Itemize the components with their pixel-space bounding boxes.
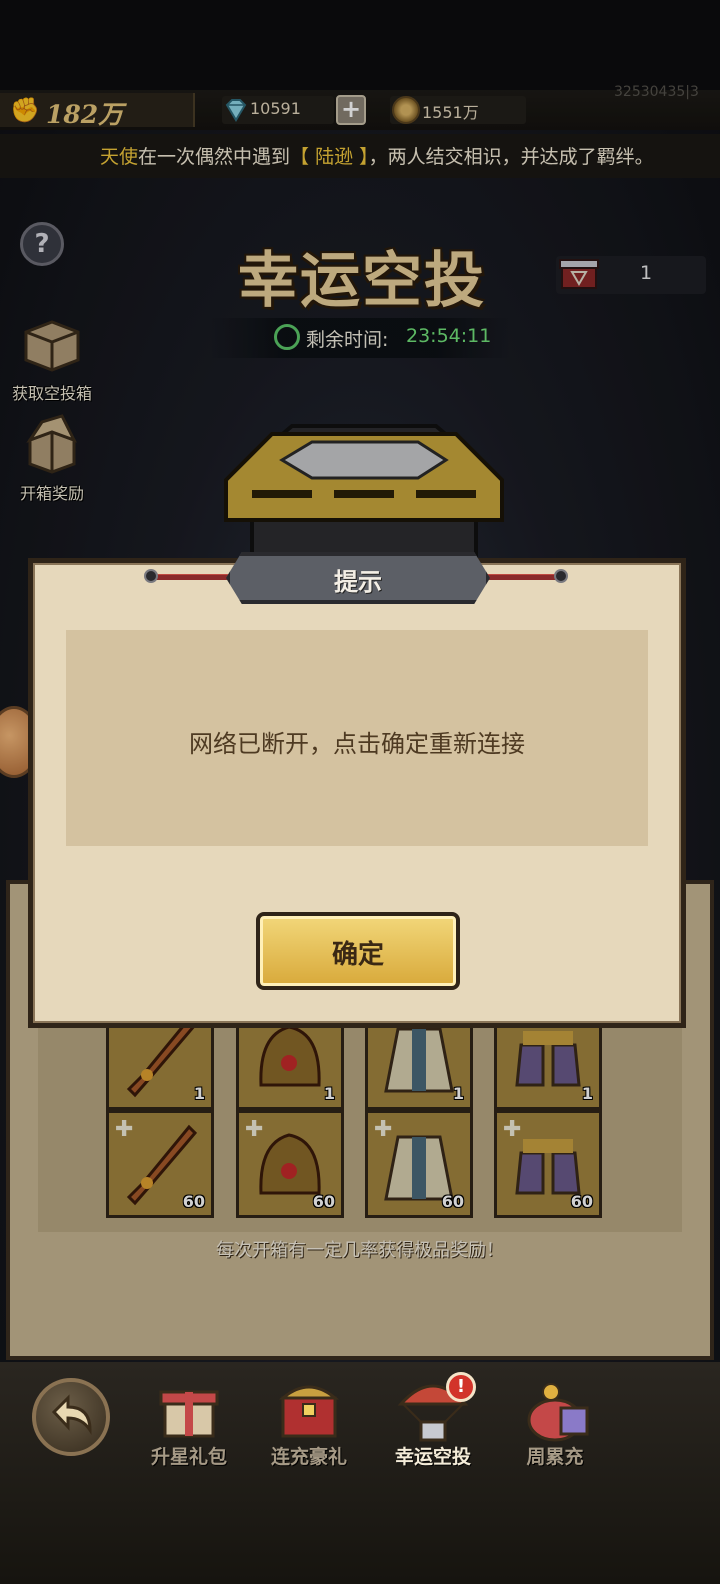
treasure-chest-icon xyxy=(278,1385,340,1438)
nav-tab-label: 周累充 xyxy=(526,1446,584,1468)
notification-badge: ! xyxy=(446,1372,476,1402)
dialog-title: 提示 xyxy=(334,568,382,596)
dialog-message: 网络已断开，点击确定重新连接 xyxy=(189,730,525,758)
nav-tab-label: 幸运空投 xyxy=(394,1446,471,1468)
back-button[interactable] xyxy=(32,1378,110,1456)
nav-tab-label: 升星礼包 xyxy=(150,1446,227,1468)
rod-cap-right xyxy=(554,569,568,583)
nav-tab-label: 连充豪礼 xyxy=(270,1446,347,1468)
back-arrow-icon xyxy=(51,1394,92,1435)
gift-box-icon xyxy=(159,1390,219,1438)
rod-cap-left xyxy=(144,569,158,583)
confirm-button-label: 确定 xyxy=(331,940,384,970)
nav-tab-weekly-recharge[interactable]: 周累充 xyxy=(500,1374,610,1469)
nav-tab-star-gift[interactable]: 升星礼包 xyxy=(134,1374,244,1469)
nav-tab-recharge-gift[interactable]: 连充豪礼 xyxy=(254,1374,364,1469)
gift-bag-icon xyxy=(527,1383,589,1442)
